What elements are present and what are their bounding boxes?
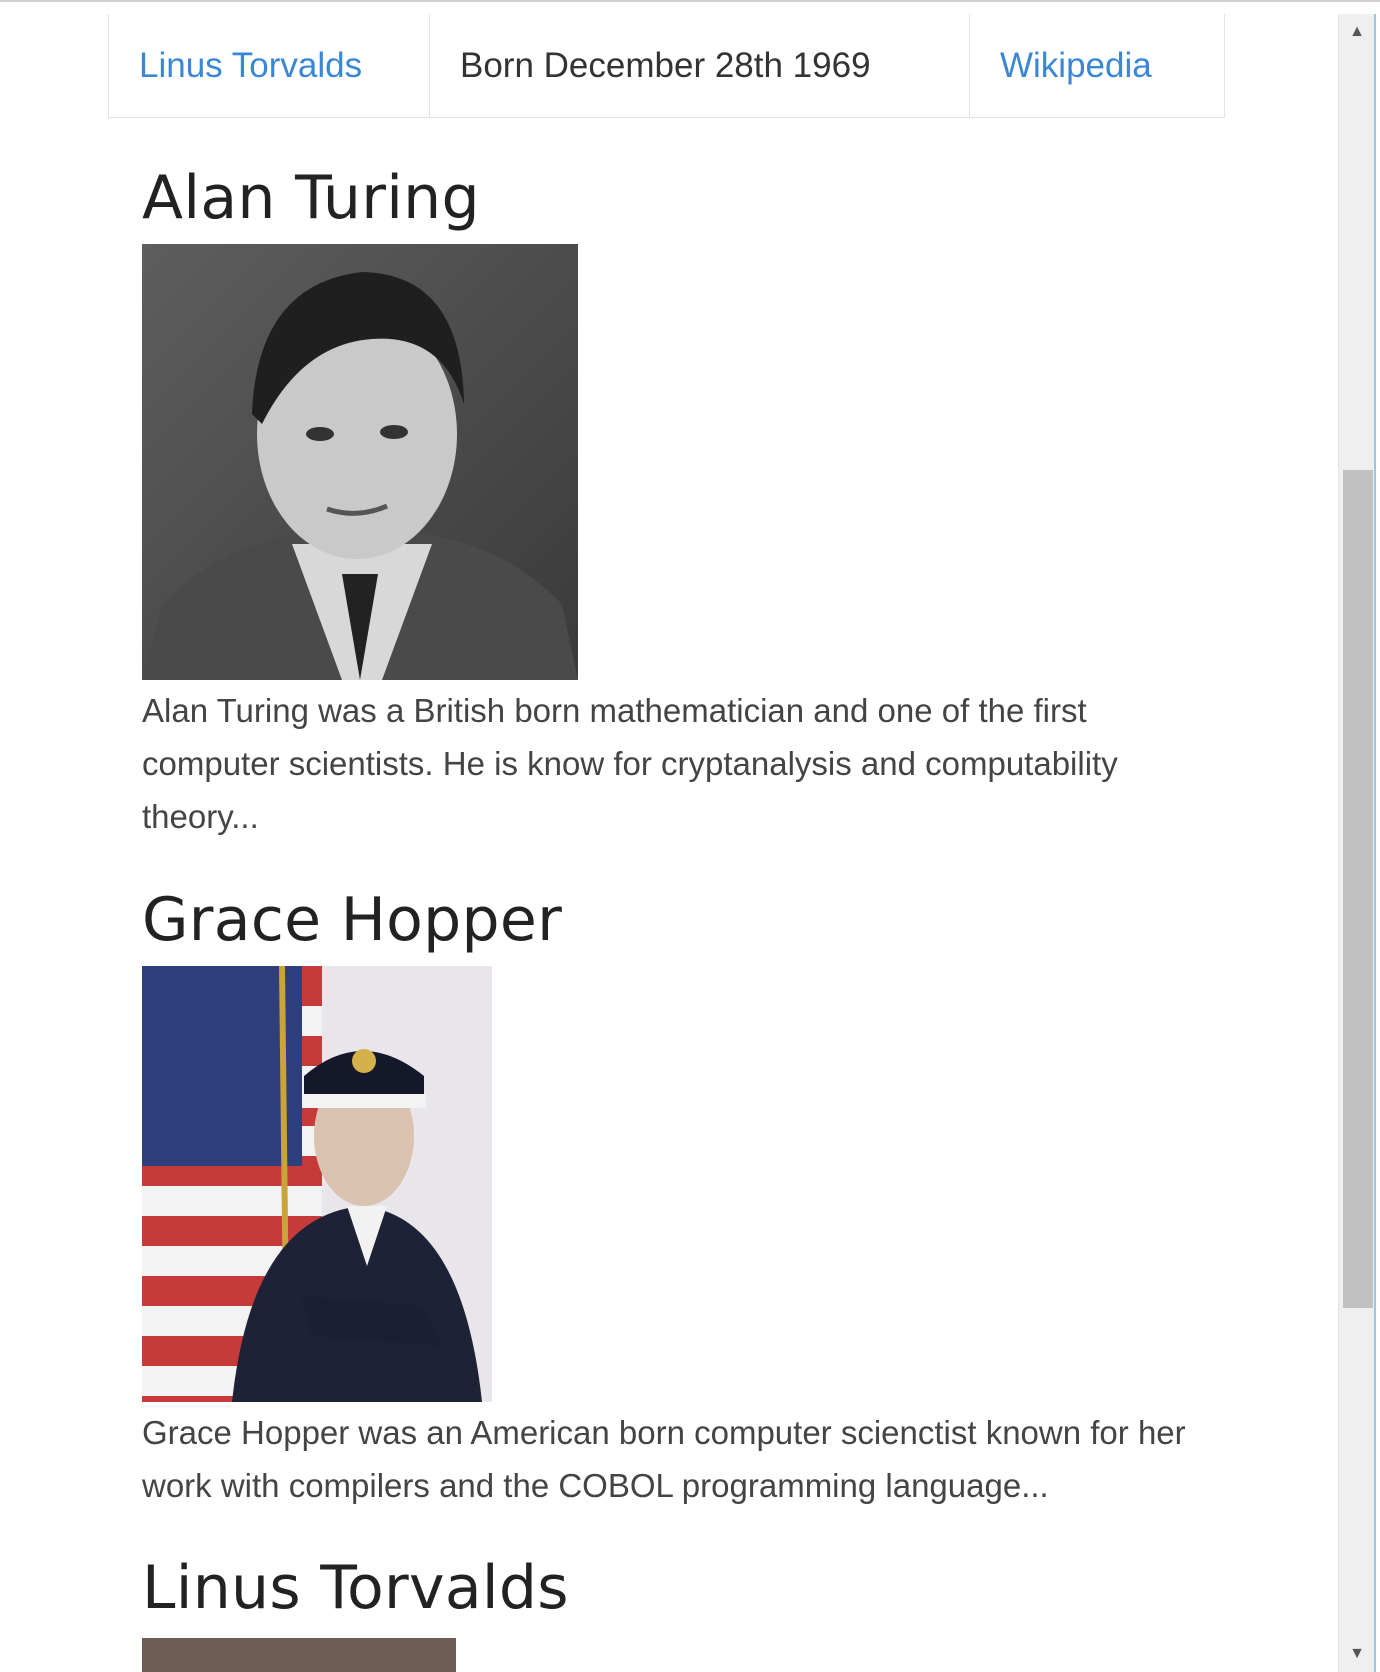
scroll-up-arrow-icon[interactable]: ▲ bbox=[1339, 14, 1375, 50]
person-description: Grace Hopper was an American born comput… bbox=[142, 1414, 1186, 1504]
linus-torvalds-portrait bbox=[142, 1638, 456, 1672]
page-content: Linus Torvalds Born December 28th 1969 W… bbox=[0, 0, 1338, 1672]
scroll-down-arrow-icon[interactable]: ▼ bbox=[1339, 1636, 1375, 1672]
vertical-scrollbar[interactable]: ▲ ▼ bbox=[1338, 14, 1375, 1672]
person-card-alan-turing: Alan Turing Alan Turing was a British bo… bbox=[142, 158, 1202, 843]
person-description: Alan Turing was a British born mathemati… bbox=[142, 692, 1118, 835]
window-edge bbox=[1374, 14, 1376, 1672]
person-heading: Alan Turing bbox=[142, 163, 480, 233]
wiki-cell: Wikipedia bbox=[969, 14, 1224, 117]
wikipedia-link[interactable]: Wikipedia bbox=[1000, 46, 1152, 86]
alan-turing-portrait bbox=[142, 244, 578, 680]
person-card-grace-hopper: Grace Hopper Grace Hopper was an America… bbox=[142, 880, 1202, 1512]
name-cell: Linus Torvalds bbox=[109, 14, 429, 117]
scrollbar-thumb[interactable] bbox=[1343, 470, 1373, 1308]
person-heading: Linus Torvalds bbox=[142, 1553, 569, 1623]
born-cell: Born December 28th 1969 bbox=[429, 14, 969, 117]
grace-hopper-portrait bbox=[142, 966, 492, 1402]
person-heading: Grace Hopper bbox=[142, 885, 563, 955]
person-card-linus-torvalds: Linus Torvalds bbox=[142, 1548, 1202, 1672]
people-table-row: Linus Torvalds Born December 28th 1969 W… bbox=[108, 14, 1225, 118]
person-name-link[interactable]: Linus Torvalds bbox=[139, 46, 362, 86]
